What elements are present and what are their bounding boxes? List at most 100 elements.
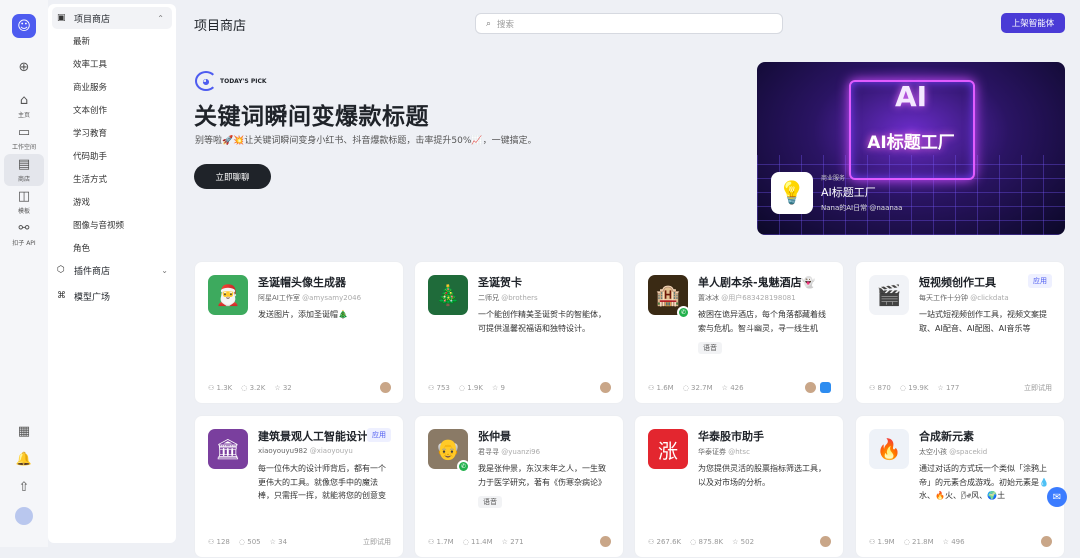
agent-stats: ⚇ 753 ◌ 1.9K ☆ 9 [428, 384, 514, 392]
rail-api[interactable]: ⚯ 扣子 API [4, 218, 44, 250]
users-icon: ⚇ 1.9M [869, 538, 895, 546]
agent-author: 阿星AI工作室 @amysamy2046 [258, 294, 362, 302]
agent-card[interactable]: 🏛 建筑景观人工智能设计师 xiaoyouyu982 @xiaoyouyu 每一位伟大… [194, 415, 404, 558]
agent-name: 张仲景 [478, 430, 511, 443]
document-icon: ▦ [17, 424, 31, 439]
agent-desc: 我是张仲景，东汉末年之人，一生致力于医学研究，著有《伤寒杂病论》 [478, 464, 606, 487]
try-now-button[interactable]: 立即试用 [363, 537, 391, 547]
phone-icon: ✆ [677, 306, 690, 319]
sidebar-item-lifestyle[interactable]: 生活方式 [48, 167, 176, 190]
agent-desc: 一个能创作精美圣诞贺卡的智能体，可提供温馨祝福语和独特设计。 [478, 310, 606, 333]
agent-avatar: 🎬 [869, 275, 909, 315]
rail-workspace[interactable]: ▭ 工作空间 [4, 122, 44, 154]
agent-card[interactable]: 🎄 圣诞贺卡 二师兄 @brothers 一个能创作精美圣诞贺卡的智能体，可提供温馨祝… [414, 261, 624, 404]
home-icon: ⌂ [19, 92, 29, 108]
star-icon: ☆ 496 [942, 538, 965, 546]
creator-avatar [600, 536, 611, 547]
agent-author: 置冰冰 @用户683428198081 [698, 294, 796, 302]
sidebar-group-models[interactable]: ⌘ 模型广场 [48, 285, 176, 307]
try-now-button[interactable]: 立即试用 [1024, 383, 1052, 393]
sidebar-item-code[interactable]: 代码助手 [48, 144, 176, 167]
chat-support-icon[interactable]: ✉ [1047, 487, 1067, 507]
hero-title: 关键词瞬间变爆款标题 [194, 104, 429, 130]
avatar[interactable] [4, 502, 44, 530]
chats-icon: ◌ 21.8M [903, 538, 934, 546]
agent-card[interactable]: 👴 ✆ 张仲景 君寻寻 @yuanzi96 我是张仲景，东汉末年之人，一生致力于医学研究… [414, 415, 624, 558]
sidebar-item-games[interactable]: 游戏 [48, 190, 176, 213]
app-badge: 应用 [1028, 274, 1052, 288]
main: 项目商店 ⌕ 搜索 上架智能体 ◕ TODAY'S PICK 关键词瞬间变爆款标题 … [177, 0, 1080, 558]
sidebar-item-latest[interactable]: 最新 [48, 29, 176, 52]
agent-stats: ⚇ 267.6K ◌ 875.8K ☆ 502 [648, 538, 763, 546]
docs-button[interactable]: ▦ [4, 418, 44, 446]
creator-avatar [805, 382, 816, 393]
agent-author: 君寻寻 @yuanzi96 [478, 448, 541, 456]
agent-author: 太空小孩 @spacekid [919, 448, 988, 456]
users-icon: ⚇ 267.6K [648, 538, 682, 546]
agent-card[interactable]: 🎅 圣诞帽头像生成器 阿星AI工作室 @amysamy2046 发送图片，添加圣诞帽🎄… [194, 261, 404, 404]
agent-author: 每天工作十分钟 @clickdata [919, 294, 1009, 302]
user-avatar-icon [15, 507, 33, 525]
plus-icon: ⊕ [18, 60, 30, 75]
platform-icon [820, 382, 831, 393]
agent-card[interactable]: 🎬 短视频创作工具 每天工作十分钟 @clickdata 一站式短视频创作工具，视频文… [855, 261, 1065, 404]
banner-agent-card[interactable]: 💡 商业服务 AI标题工厂 Nana的AI日常 @naanaa [771, 172, 902, 214]
rail-home[interactable]: ⌂ 主页 [4, 90, 44, 122]
agent-desc: 一站式短视频创作工具，视频文案提取、AI配音、AI配图、AI音乐等 [919, 310, 1047, 333]
sidebar-item-efficiency[interactable]: 效率工具 [48, 52, 176, 75]
agent-card[interactable]: 🔥 合成新元素 太空小孩 @spacekid 通过对话的方式玩一个类似「涂鸦上帝」的元… [855, 415, 1065, 558]
star-icon: ☆ 32 [274, 384, 292, 392]
store-group-icon: ▣ [57, 13, 66, 23]
users-icon: ⚇ 1.7M [428, 538, 454, 546]
agent-desc: 为您提供灵活的股票指标筛选工具，以及对市场的分析。 [698, 464, 826, 487]
banner-agent-name: AI标题工厂 [821, 186, 876, 199]
template-icon: ◫ [17, 188, 31, 204]
workspace-icon: ▭ [17, 124, 31, 140]
agent-author: xiaoyouyu982 @xiaoyouyu [258, 447, 353, 455]
sidebar-group-store[interactable]: ▣ 项目商店 ⌃ [52, 7, 172, 29]
rail-template[interactable]: ◫ 模板 [4, 186, 44, 218]
creator-avatar [600, 382, 611, 393]
agent-stats: ⚇ 128 ◌ 505 ☆ 34 [208, 538, 296, 546]
creator-avatar [1041, 536, 1052, 547]
agent-desc: 每一位伟大的设计师背后，都有一个更伟大的工具。就像您手中的魔法棒，只需挥一挥，就… [258, 464, 386, 500]
agent-stats: ⚇ 1.6M ◌ 32.7M ☆ 426 [648, 384, 753, 392]
phone-icon: ✆ [457, 460, 470, 473]
chat-now-button[interactable]: 立即聊聊 [194, 164, 271, 189]
sidebar-item-media[interactable]: 图像与音视频 [48, 213, 176, 236]
sidebar-group-plugins[interactable]: ⬡ 插件商店 ⌄ [48, 259, 176, 281]
sidebar-item-education[interactable]: 学习教育 [48, 121, 176, 144]
chats-icon: ◌ 3.2K [241, 384, 266, 392]
sidebar-item-roles[interactable]: 角色 [48, 236, 176, 259]
upload-button[interactable]: ⇧ [4, 474, 44, 502]
banner-big-title: AI标题工厂 [867, 133, 955, 153]
star-icon: ☆ 177 [937, 384, 960, 392]
chats-icon: ◌ 19.9K [899, 384, 929, 392]
publish-agent-button[interactable]: 上架智能体 [1001, 13, 1065, 33]
app-badge: 应用 [367, 428, 391, 442]
search-input[interactable]: ⌕ 搜索 [475, 13, 783, 34]
agent-card[interactable]: 涨华泰股市助手 华泰证券 @htsc 为您提供灵活的股票指标筛选工具，以及对市场的分… [634, 415, 844, 558]
notification-button[interactable]: 🔔 [4, 446, 44, 474]
star-icon: ☆ 9 [491, 384, 505, 392]
create-button[interactable]: ⊕ [4, 54, 44, 82]
users-icon: ⚇ 1.3K [208, 384, 233, 392]
pick-logo-icon: ◕ [195, 71, 217, 91]
sidebar-item-business[interactable]: 商业服务 [48, 75, 176, 98]
agent-stats: ⚇ 1.9M ◌ 21.8M ☆ 496 [869, 538, 974, 546]
agent-author: 华泰证券 @htsc [698, 448, 750, 456]
agent-card[interactable]: 🏨 ✆ 单人剧本杀-鬼魅酒店👻 置冰冰 @用户683428198081 被困在诡异酒店，… [634, 261, 844, 404]
chats-icon: ◌ 11.4M [462, 538, 493, 546]
agent-desc: 发送图片，添加圣诞帽🎄 [258, 310, 348, 319]
featured-banner[interactable]: AI AI标题工厂 💡 商业服务 AI标题工厂 Nana的AI日常 @naana… [757, 62, 1065, 235]
creator-avatar [820, 536, 831, 547]
cube-icon: ⬡ [57, 265, 65, 275]
chats-icon: ◌ 875.8K [690, 538, 724, 546]
card-footer [1041, 536, 1052, 547]
card-footer [600, 382, 611, 393]
bell-icon: 🔔 [15, 452, 33, 467]
app-logo-icon[interactable]: ☺ [12, 14, 36, 38]
sidebar-item-writing[interactable]: 文本创作 [48, 98, 176, 121]
rail-store[interactable]: ▤ 商店 [4, 154, 44, 186]
chevron-down-icon: ⌄ [161, 265, 168, 275]
